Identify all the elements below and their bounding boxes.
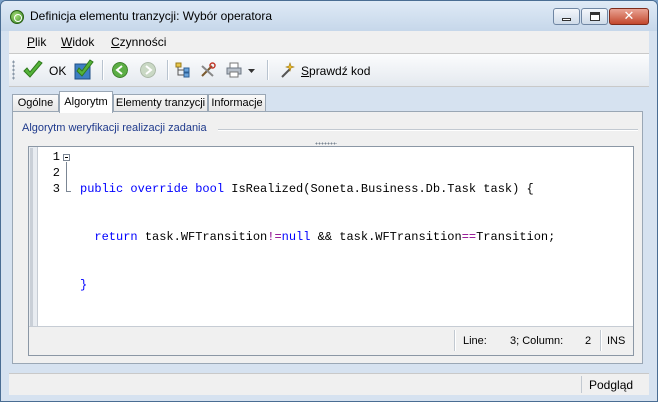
brace-token: } (80, 278, 88, 292)
keyword-token: override (130, 182, 189, 196)
maximize-icon (590, 12, 600, 21)
code-line-2: return task.WFTransition!=null && task.W… (80, 229, 555, 245)
print-icon[interactable] (226, 62, 242, 78)
back-arrow-icon[interactable] (112, 62, 128, 78)
line-numbers: 1 2 3 (38, 149, 60, 197)
menu-mnemonic: C (111, 35, 120, 49)
preview-button[interactable]: Podgląd (589, 378, 633, 392)
operator-token: != (267, 230, 282, 244)
menu-label: zynności (119, 35, 167, 49)
minimize-button[interactable] (553, 8, 580, 25)
ok-check-icon[interactable] (22, 59, 44, 81)
status-position: 3; Column: (510, 335, 564, 347)
menu-bar: Plik Widok Czynności (9, 31, 649, 54)
toolbar-grip[interactable] (12, 60, 15, 80)
caption-buttons: ✕ (552, 8, 649, 27)
status-insert-mode: INS (607, 335, 626, 347)
toolbar-separator (267, 60, 268, 80)
keyword-token: public (80, 182, 124, 196)
editor-margin-bar (30, 148, 33, 326)
tree-icon[interactable] (175, 62, 191, 78)
tab-algorytm[interactable]: Algorytm (59, 91, 113, 113)
menu-widok[interactable]: Widok (61, 35, 94, 49)
editor-status-bar: Line: 3; Column: 2 INS (29, 326, 633, 355)
status-separator (581, 376, 582, 393)
line-number: 1 (52, 150, 60, 164)
menu-plik[interactable]: Plik (27, 35, 46, 49)
operator-token: == (461, 230, 477, 244)
window-title: Definicja elementu tranzycji: Wybór oper… (30, 9, 272, 23)
code-token: && task.WFTransition (310, 230, 462, 244)
tab-panel: Algorytm weryfikacji realizacji zadania … (12, 111, 643, 364)
splitter-grip[interactable] (315, 142, 337, 145)
fold-guide-end (66, 191, 71, 192)
fold-guide (66, 162, 67, 191)
dropdown-arrow-icon[interactable] (247, 62, 256, 78)
line-number: 3 (52, 182, 60, 196)
code-token: task.WFTransition (137, 230, 268, 244)
line-number: 2 (52, 166, 60, 180)
tab-ogolne[interactable]: Ogólne (12, 94, 59, 111)
forward-arrow-icon[interactable] (140, 62, 156, 78)
wand-icon[interactable] (279, 62, 295, 78)
tools-icon[interactable] (200, 62, 216, 78)
minimize-icon (562, 18, 571, 21)
check-code-button[interactable]: Sprawdź kod (301, 64, 370, 78)
toolbar: OK Sprawdź kod (9, 54, 649, 87)
menu-mnemonic: W (61, 35, 73, 49)
tab-informacje[interactable]: Informacje (208, 94, 266, 111)
window-status-bar: Podgląd (9, 373, 649, 395)
check-code-mnemonic: S (301, 64, 310, 78)
ok-button[interactable]: OK (49, 64, 66, 78)
menu-label: lik (35, 35, 47, 49)
group-divider (218, 129, 638, 130)
menu-mnemonic: P (27, 35, 36, 49)
editor-margin (29, 147, 38, 327)
status-separator (600, 330, 601, 351)
code-token: IsRealized(Soneta.Business.Db.Task task)… (224, 182, 534, 196)
keyword-token: null (281, 230, 311, 244)
tab-elementy-tranzycji[interactable]: Elementy tranzycji (113, 94, 208, 111)
main-window: Definicja elementu tranzycji: Wybór oper… (0, 0, 658, 402)
code-editor[interactable]: 1 2 3 public override bool IsRealized(So… (28, 146, 634, 356)
toolbar-separator (102, 60, 103, 80)
collapse-icon[interactable] (63, 154, 70, 161)
title-bar[interactable]: Definicja elementu tranzycji: Wybór oper… (1, 1, 657, 31)
status-separator (454, 330, 455, 351)
code-line-1: public override bool IsRealized(Soneta.B… (80, 181, 555, 197)
keyword-token: return (94, 230, 138, 244)
check-code-label: prawdź kod (309, 64, 371, 78)
group-title: Algorytm weryfikacji realizacji zadania (22, 122, 210, 134)
save-check-icon[interactable] (73, 59, 95, 81)
code-text[interactable]: public override bool IsRealized(Soneta.B… (80, 149, 555, 325)
menu-czynnosci[interactable]: Czynności (111, 35, 166, 49)
code-line-3: } (80, 277, 555, 293)
code-token: Transition; (476, 230, 556, 244)
toolbar-separator (167, 60, 168, 80)
close-button[interactable]: ✕ (609, 8, 649, 25)
status-line-label: Line: (463, 335, 487, 347)
maximize-button[interactable] (581, 8, 608, 25)
app-icon (10, 10, 24, 24)
keyword-token: bool (195, 182, 225, 196)
menu-label: idok (72, 35, 95, 49)
close-icon: ✕ (623, 9, 635, 24)
status-column: 2 (585, 335, 592, 347)
